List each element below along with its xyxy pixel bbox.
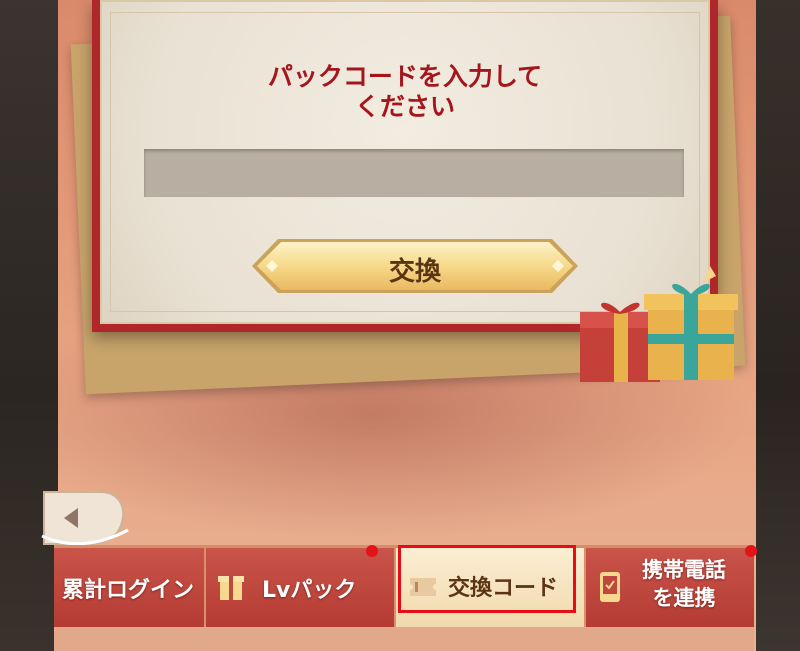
background-right	[752, 0, 800, 651]
tab-level-pack-label: Lvパック	[262, 578, 357, 603]
tab-link-phone-label-line2: を連携	[652, 586, 716, 610]
phone-icon	[600, 572, 620, 602]
tab-level-pack-badge	[366, 545, 378, 557]
dialog-title: パックコードを入力して ください	[102, 62, 708, 122]
tab-link-phone-badge	[745, 545, 757, 557]
bottom-strip	[54, 627, 754, 651]
tab-link-phone[interactable]: 携帯電話 を連携	[586, 548, 754, 628]
gift-box-icon	[570, 262, 750, 392]
tab-link-phone-label: 携帯電話 を連携	[642, 556, 726, 612]
tab-level-pack[interactable]: Lvパック	[206, 548, 396, 628]
pack-code-input[interactable]	[144, 149, 684, 197]
selection-highlight	[398, 545, 576, 613]
exchange-button-label: 交換	[388, 257, 441, 287]
back-button[interactable]	[38, 486, 130, 548]
exchange-button[interactable]: 交換	[250, 237, 580, 295]
dialog-title-line1: パックコードを入力して	[267, 62, 543, 91]
tab-login-bonus[interactable]: 累計ログイン	[54, 548, 206, 628]
gift-box-icon	[218, 576, 244, 600]
background-left	[0, 0, 60, 651]
tab-link-phone-label-line1: 携帯電話	[642, 558, 726, 582]
tab-login-bonus-label: 累計ログイン	[62, 578, 195, 603]
dialog-title-line2: ください	[354, 92, 455, 121]
